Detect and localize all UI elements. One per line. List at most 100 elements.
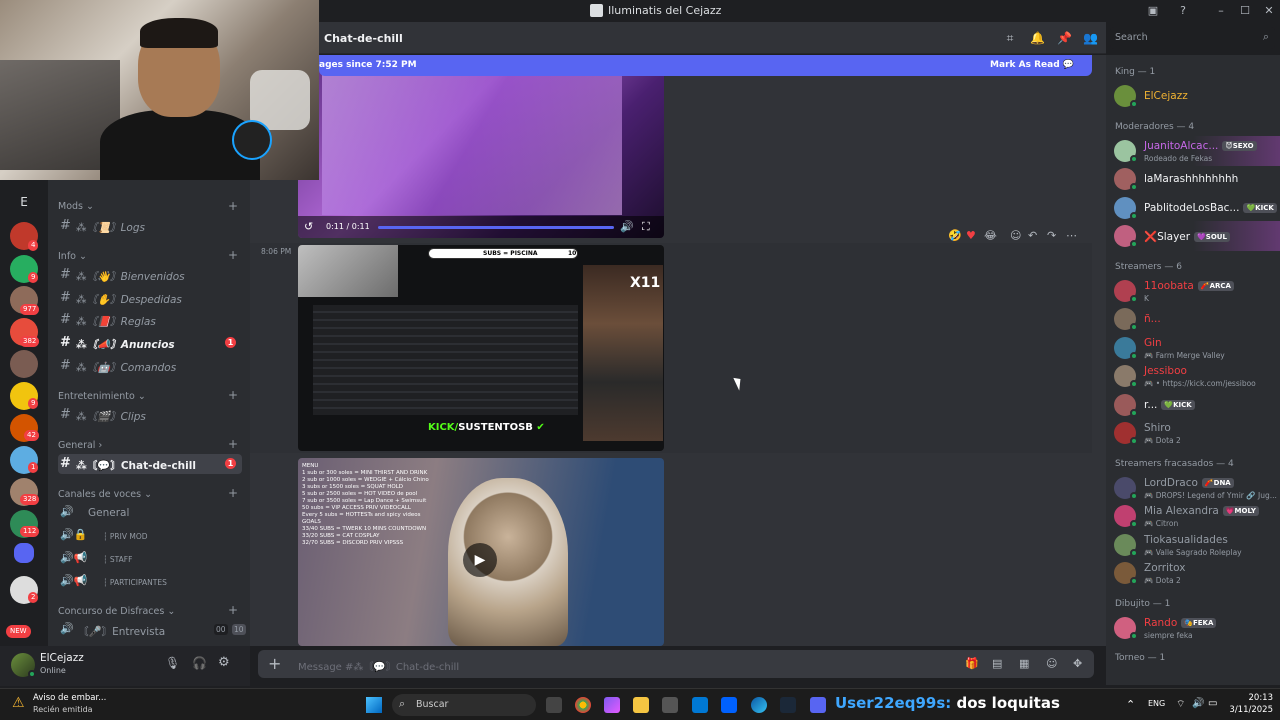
- channel-despedidas[interactable]: # ⁂〘✋〙Despedidas: [58, 288, 242, 308]
- dropbox-icon[interactable]: [721, 697, 737, 713]
- new-badge[interactable]: NEW: [6, 625, 31, 638]
- category-entretenimiento[interactable]: Entretenimiento ⌄: [58, 391, 146, 402]
- category-general[interactable]: General ›: [58, 440, 102, 451]
- threads-icon[interactable]: ⌗: [1003, 31, 1017, 45]
- microphone-icon[interactable]: 🎙: [165, 656, 180, 670]
- volume-icon[interactable]: 🔊: [1192, 698, 1204, 709]
- category-info[interactable]: Info ⌄: [58, 251, 87, 262]
- member-item[interactable]: PablitodeLosBac... 💚KICK: [1106, 193, 1280, 223]
- volume-icon[interactable]: 🔊: [620, 220, 634, 233]
- add-channel-icon[interactable]: +: [228, 486, 238, 500]
- gif-icon[interactable]: ▤: [992, 657, 1002, 670]
- emoji-reaction-icon[interactable]: 🤣: [948, 229, 962, 242]
- voice-channel-participantes[interactable]: 🔊📢 ┆ PARTICIPANTES: [58, 572, 242, 592]
- voice-channel-entrevista[interactable]: 🔊 〘🎤〙Entrevista 00 10: [58, 620, 246, 640]
- wifi-icon[interactable]: ⌔: [1176, 698, 1185, 711]
- store-icon[interactable]: [662, 697, 678, 713]
- message-input[interactable]: Message #⁂〘💬〙Chat-de-chill: [298, 658, 459, 673]
- add-reaction-icon[interactable]: ☺: [1010, 229, 1021, 242]
- laugh-reaction-icon[interactable]: 😂: [984, 229, 997, 242]
- add-channel-icon[interactable]: +: [228, 437, 238, 451]
- clock-time[interactable]: 20:13: [1231, 693, 1274, 703]
- windows-start-icon[interactable]: [366, 697, 382, 713]
- notification-bell-icon[interactable]: 🔔: [1030, 31, 1045, 45]
- message-composer[interactable]: + Message #⁂〘💬〙Chat-de-chill 🎁 ▤ ▦ ☺ ✥: [258, 650, 1094, 678]
- notification-title[interactable]: Aviso de embar...: [33, 693, 106, 703]
- search-input[interactable]: Search: [1115, 32, 1148, 43]
- video-attachment[interactable]: ↺ 0:11 / 0:11 🔊 ⛶: [298, 55, 664, 238]
- add-channel-icon[interactable]: +: [228, 388, 238, 402]
- member-item[interactable]: JuanitoAlcac... 😈SEXO Rodeado de Fekas: [1106, 135, 1280, 166]
- more-options-icon[interactable]: ⋯: [1066, 229, 1077, 242]
- outlook-icon[interactable]: [692, 697, 708, 713]
- voice-channel-general[interactable]: 🔊 General: [58, 503, 242, 523]
- member-item[interactable]: r... 💚KICK: [1106, 390, 1280, 420]
- task-view-icon[interactable]: [546, 697, 562, 713]
- chrome-icon[interactable]: [575, 697, 591, 713]
- channel-bienvenidos[interactable]: # ⁂〘👋〙Bienvenidos: [58, 265, 242, 285]
- add-channel-icon[interactable]: +: [228, 603, 238, 617]
- taskbar-search-input[interactable]: Buscar: [416, 699, 448, 710]
- channel-clips[interactable]: # ⁂〘🎬〙Clips: [58, 405, 242, 425]
- member-item[interactable]: ñ...: [1106, 304, 1280, 334]
- settings-gear-icon[interactable]: ⚙: [218, 655, 230, 670]
- close-button[interactable]: ✕: [1258, 2, 1280, 20]
- add-channel-icon[interactable]: +: [228, 248, 238, 262]
- search-box[interactable]: Search ⌕: [1110, 27, 1275, 49]
- replay-icon[interactable]: ↺: [304, 220, 313, 233]
- channel-logs[interactable]: # ⁂〘📜〙Logs: [58, 216, 242, 236]
- channel-anuncios[interactable]: # ⁂〘📣〙Anuncios 1: [58, 333, 242, 353]
- member-item[interactable]: 11oobata 🧨ARCA K: [1106, 276, 1280, 306]
- steam-icon[interactable]: [780, 697, 796, 713]
- category-disfraces[interactable]: Concurso de Disfraces ⌄: [58, 606, 175, 617]
- language-indicator[interactable]: ENG: [1148, 699, 1165, 708]
- play-icon[interactable]: ▶: [463, 543, 497, 577]
- member-item[interactable]: Jessiboo 🎮 • https://kick.com/jessiboo: [1106, 361, 1280, 391]
- attach-plus-icon[interactable]: +: [268, 654, 281, 673]
- member-item[interactable]: Zorritox 🎮 Dota 2: [1106, 558, 1280, 588]
- add-channel-icon[interactable]: +: [228, 199, 238, 213]
- video-progress-bar[interactable]: [378, 226, 614, 229]
- maximize-button[interactable]: ☐: [1234, 2, 1256, 20]
- discord-icon[interactable]: [810, 697, 826, 713]
- channel-reglas[interactable]: # ⁂〘📕〙Reglas: [58, 310, 242, 330]
- server-icon[interactable]: [10, 350, 38, 378]
- member-item[interactable]: ❌Slayer 💜SOUL: [1106, 221, 1280, 251]
- fullscreen-icon[interactable]: ⛶: [642, 220, 650, 234]
- member-item[interactable]: laMarashhhhhhhh: [1106, 164, 1280, 194]
- reply-icon[interactable]: ↶: [1028, 229, 1037, 242]
- mark-as-read-button[interactable]: Mark As Read 💬: [990, 60, 1074, 70]
- headphones-icon[interactable]: 🎧: [192, 656, 207, 670]
- image-attachment-stream[interactable]: SUBS = PISCINA 10 X11 KICK/SUSTENTOSB ✔: [298, 245, 664, 451]
- apps-icon[interactable]: ✥: [1073, 657, 1082, 670]
- voice-channel-staff[interactable]: 🔊📢 ┆ STAFF: [58, 549, 242, 569]
- channel-chat-de-chill[interactable]: # ⁂〘💬〙Chat-de-chill 1: [58, 454, 242, 474]
- forward-icon[interactable]: ↷: [1047, 229, 1056, 242]
- edge-icon[interactable]: [751, 697, 767, 713]
- member-item[interactable]: LordDraco 🧨DNA 🎮 DROPS! Legend of Ymir 🔗 J…: [1106, 473, 1280, 503]
- voice-channel-priv-mod[interactable]: 🔊🔒 ┆ PRIV MOD: [58, 526, 242, 546]
- copilot-icon[interactable]: [604, 697, 620, 713]
- category-voice[interactable]: Canales de voces ⌄: [58, 489, 152, 500]
- category-mods[interactable]: Mods ⌄: [58, 201, 94, 212]
- member-item[interactable]: Shiro 🎮 Dota 2: [1106, 418, 1280, 448]
- channel-comandos[interactable]: # ⁂〘🤖〙Comandos: [58, 356, 242, 376]
- taskbar-search[interactable]: ⌕ Buscar: [392, 694, 536, 716]
- file-explorer-icon[interactable]: [633, 697, 649, 713]
- member-list-icon[interactable]: 👥: [1083, 31, 1098, 45]
- folder-icon[interactable]: [14, 543, 34, 563]
- member-item[interactable]: ElCejazz: [1106, 81, 1280, 111]
- screen-share-icon[interactable]: ▣: [1142, 2, 1164, 20]
- heart-reaction-icon[interactable]: ♥: [966, 229, 976, 242]
- member-item[interactable]: Tiokasualidades 🎮 Valle Sagrado Roleplay: [1106, 530, 1280, 560]
- pin-icon[interactable]: 📌: [1057, 31, 1072, 45]
- emoji-icon[interactable]: ☺: [1046, 657, 1057, 670]
- member-item[interactable]: Mia Alexandra 💗MOLY 🎮 Citron: [1106, 501, 1280, 531]
- clock-date[interactable]: 3/11/2025: [1221, 705, 1273, 715]
- help-icon[interactable]: ?: [1172, 2, 1194, 20]
- gift-icon[interactable]: 🎁: [965, 657, 979, 670]
- video-attachment-2[interactable]: MENU 1 sub or 300 soles = MINI THIRST AN…: [298, 458, 664, 646]
- member-item[interactable]: Gin 🎮 Farm Merge Valley: [1106, 333, 1280, 363]
- battery-icon[interactable]: ▭: [1208, 698, 1217, 709]
- new-messages-banner[interactable]: ages since 7:52 PM Mark As Read 💬: [319, 55, 1092, 76]
